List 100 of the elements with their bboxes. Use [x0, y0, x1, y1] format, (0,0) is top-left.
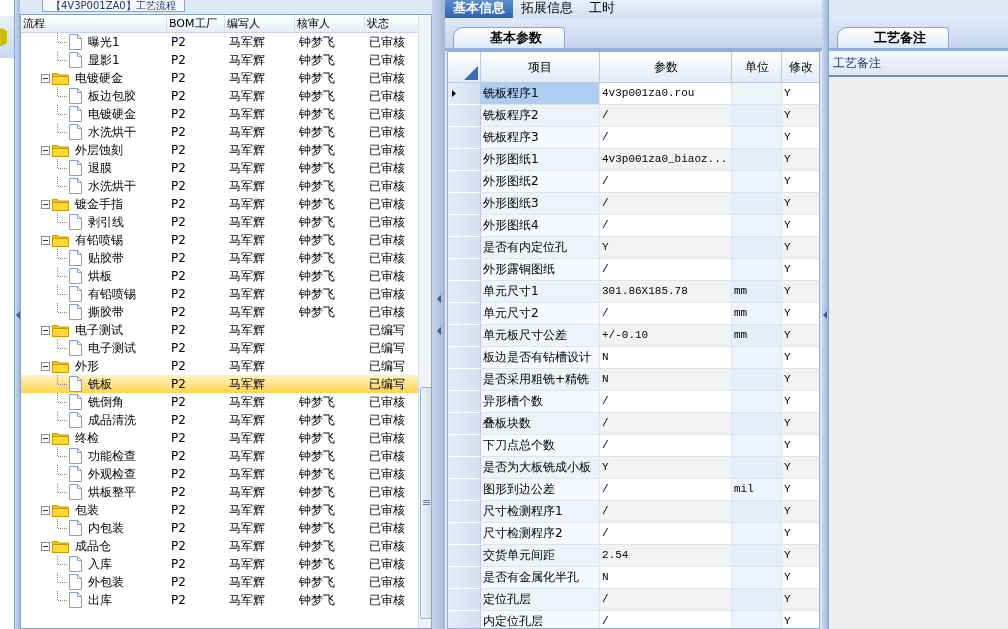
tree-item[interactable]: 显影1	[88, 51, 120, 69]
tree-item[interactable]: 退膜	[88, 159, 112, 177]
tree-row[interactable]: 镀金手指 P2 马军辉 钟梦飞 已审核	[21, 195, 418, 213]
tree-item[interactable]: 电镀硬金	[88, 105, 136, 123]
tab[interactable]: 拓展信息	[513, 0, 581, 18]
document-icon	[69, 448, 82, 464]
tree-row[interactable]: 剥引线 P2 马军辉 钟梦飞 已审核	[21, 213, 418, 231]
tree-row[interactable]: 入库 P2 马军辉 钟梦飞 已审核	[21, 555, 418, 573]
tree-item[interactable]: 有铅喷锡	[88, 285, 136, 303]
collapse-arrow-icon[interactable]	[436, 294, 441, 303]
tree-item[interactable]: 出库	[88, 591, 112, 609]
column-header[interactable]: 编写人	[225, 15, 295, 32]
column-header[interactable]: 修改	[782, 52, 819, 82]
tree-item[interactable]: 电子测试	[88, 339, 136, 357]
collapse-arrow-icon[interactable]	[436, 326, 441, 335]
collapse-icon[interactable]	[41, 505, 50, 515]
tree-row[interactable]: 成品清洗 P2 马军辉 钟梦飞 已审核	[21, 411, 418, 429]
tree-item[interactable]: 镀金手指	[75, 195, 123, 213]
tree-item[interactable]: 有铅喷锡	[75, 231, 123, 249]
tree-row[interactable]: 外形 P2 马军辉 已编写	[21, 357, 418, 375]
column-header[interactable]: 项目	[481, 52, 600, 82]
tree-item[interactable]: 终检	[75, 429, 99, 447]
collapse-icon[interactable]	[41, 199, 50, 209]
collapse-arrow-icon[interactable]	[15, 310, 20, 319]
tree-item[interactable]: 外形	[75, 357, 99, 375]
collapse-icon[interactable]	[41, 433, 50, 443]
tree-row[interactable]: 曝光1 P2 马军辉 钟梦飞 已审核	[21, 33, 418, 51]
tree-item[interactable]: 电子测试	[75, 321, 123, 339]
tree-row[interactable]: 内包装 P2 马军辉 钟梦飞 已审核	[21, 519, 418, 537]
tree-row[interactable]: 电子测试 P2 马军辉 已编写	[21, 339, 418, 357]
tree-item[interactable]: 外观检查	[88, 465, 136, 483]
column-header[interactable]: 参数	[600, 52, 732, 82]
collapse-icon[interactable]	[41, 325, 50, 335]
tab[interactable]: 工艺备注	[837, 27, 949, 48]
collapse-icon[interactable]	[41, 235, 50, 245]
tree-row[interactable]: 有铅喷锡 P2 马军辉 钟梦飞 已审核	[21, 285, 418, 303]
tree-row[interactable]: 撕胶带 P2 马军辉 钟梦飞 已审核	[21, 303, 418, 321]
tree-item[interactable]: 功能检查	[88, 447, 136, 465]
table-cell-text: P2	[170, 305, 187, 319]
tree-item[interactable]: 成品仓	[75, 537, 111, 555]
tree-row[interactable]: 有铅喷锡 P2 马军辉 钟梦飞 已审核	[21, 231, 418, 249]
tree-row[interactable]: 铣倒角 P2 马军辉 钟梦飞 已审核	[21, 393, 418, 411]
tree-row[interactable]: 电子测试 P2 马军辉 已编写	[21, 321, 418, 339]
tree-row[interactable]: 外层蚀刻 P2 马军辉 钟梦飞 已审核	[21, 141, 418, 159]
tree-row[interactable]: 显影1 P2 马军辉 钟梦飞 已审核	[21, 51, 418, 69]
tree-row[interactable]: 水洗烘干 P2 马军辉 钟梦飞 已审核	[21, 123, 418, 141]
tab[interactable]: 基本信息	[445, 0, 513, 18]
scroll-thumb[interactable]	[420, 387, 431, 619]
scrollbar[interactable]	[418, 15, 431, 628]
tree-row[interactable]: 终检 P2 马军辉 钟梦飞 已审核	[21, 429, 418, 447]
tree-item[interactable]: 内包装	[88, 519, 124, 537]
tab[interactable]: 基本参数	[453, 27, 565, 48]
table-cell: /	[600, 259, 732, 281]
tree-row[interactable]: 电镀硬金 P2 马军辉 钟梦飞 已审核	[21, 69, 418, 87]
column-header[interactable]: BOM工厂	[167, 15, 225, 32]
table-cell-text: 已审核	[368, 177, 406, 195]
tree-row[interactable]: 电镀硬金 P2 马军辉 钟梦飞 已审核	[21, 105, 418, 123]
tree-item[interactable]: 烘板整平	[88, 483, 136, 501]
tree-item[interactable]: 外层蚀刻	[75, 141, 123, 159]
tree-row[interactable]: 烘板 P2 马军辉 钟梦飞 已审核	[21, 267, 418, 285]
collapse-icon[interactable]	[41, 361, 50, 371]
collapse-arrow-icon[interactable]	[823, 310, 827, 319]
tree-item[interactable]: 铣板	[88, 375, 112, 393]
tree-item[interactable]: 曝光1	[88, 33, 120, 51]
panel-header: 工艺备注	[829, 51, 1008, 77]
tree-item[interactable]: 电镀硬金	[75, 69, 123, 87]
tree-row[interactable]: 外包装 P2 马军辉 钟梦飞 已审核	[21, 573, 418, 591]
tree-row[interactable]: 外观检查 P2 马军辉 钟梦飞 已审核	[21, 465, 418, 483]
tree-item[interactable]: 水洗烘干	[88, 123, 136, 141]
tree-row[interactable]: 水洗烘干 P2 马军辉 钟梦飞 已审核	[21, 177, 418, 195]
column-header[interactable]: 核审人	[295, 15, 365, 32]
tree-item[interactable]: 剥引线	[88, 213, 124, 231]
tree-row[interactable]: 退膜 P2 马军辉 钟梦飞 已审核	[21, 159, 418, 177]
tree-item[interactable]: 板边包胶	[88, 87, 136, 105]
tree-item[interactable]: 成品清洗	[88, 411, 136, 429]
tree-item[interactable]: 水洗烘干	[88, 177, 136, 195]
tree-row[interactable]: 成品仓 P2 马军辉 钟梦飞 已审核	[21, 537, 418, 555]
tree-item[interactable]: 烘板	[88, 267, 112, 285]
tree-row[interactable]: 出库 P2 马军辉 钟梦飞 已审核	[21, 591, 418, 609]
document-tab[interactable]: 【4V3P001ZA0】工艺流程	[42, 0, 185, 12]
collapse-icon[interactable]	[41, 145, 50, 155]
tree-row[interactable]: 功能检查 P2 马军辉 钟梦飞 已审核	[21, 447, 418, 465]
tree-item[interactable]: 包装	[75, 501, 99, 519]
tab[interactable]: 工时	[581, 0, 623, 18]
column-header[interactable]: 流程	[21, 15, 167, 32]
tree-row[interactable]: 贴胶带 P2 马军辉 钟梦飞 已审核	[21, 249, 418, 267]
collapse-icon[interactable]	[41, 73, 50, 83]
tree-item[interactable]: 入库	[88, 555, 112, 573]
tree-row[interactable]: 包装 P2 马军辉 钟梦飞 已审核	[21, 501, 418, 519]
folder-icon	[52, 197, 69, 211]
tree-item[interactable]: 外包装	[88, 573, 124, 591]
selected-row[interactable]: 铣板 P2 马军辉 已编写	[21, 375, 418, 393]
tree-row[interactable]: 板边包胶 P2 马军辉 钟梦飞 已审核	[21, 87, 418, 105]
tree-item[interactable]: 贴胶带	[88, 249, 124, 267]
row-header[interactable]	[448, 83, 481, 105]
tree-row[interactable]: 烘板整平 P2 马军辉 钟梦飞 已审核	[21, 483, 418, 501]
tree-item[interactable]: 铣倒角	[88, 393, 124, 411]
column-header[interactable]: 单位	[732, 52, 782, 82]
tree-item[interactable]: 撕胶带	[88, 303, 124, 321]
collapse-icon[interactable]	[41, 541, 50, 551]
